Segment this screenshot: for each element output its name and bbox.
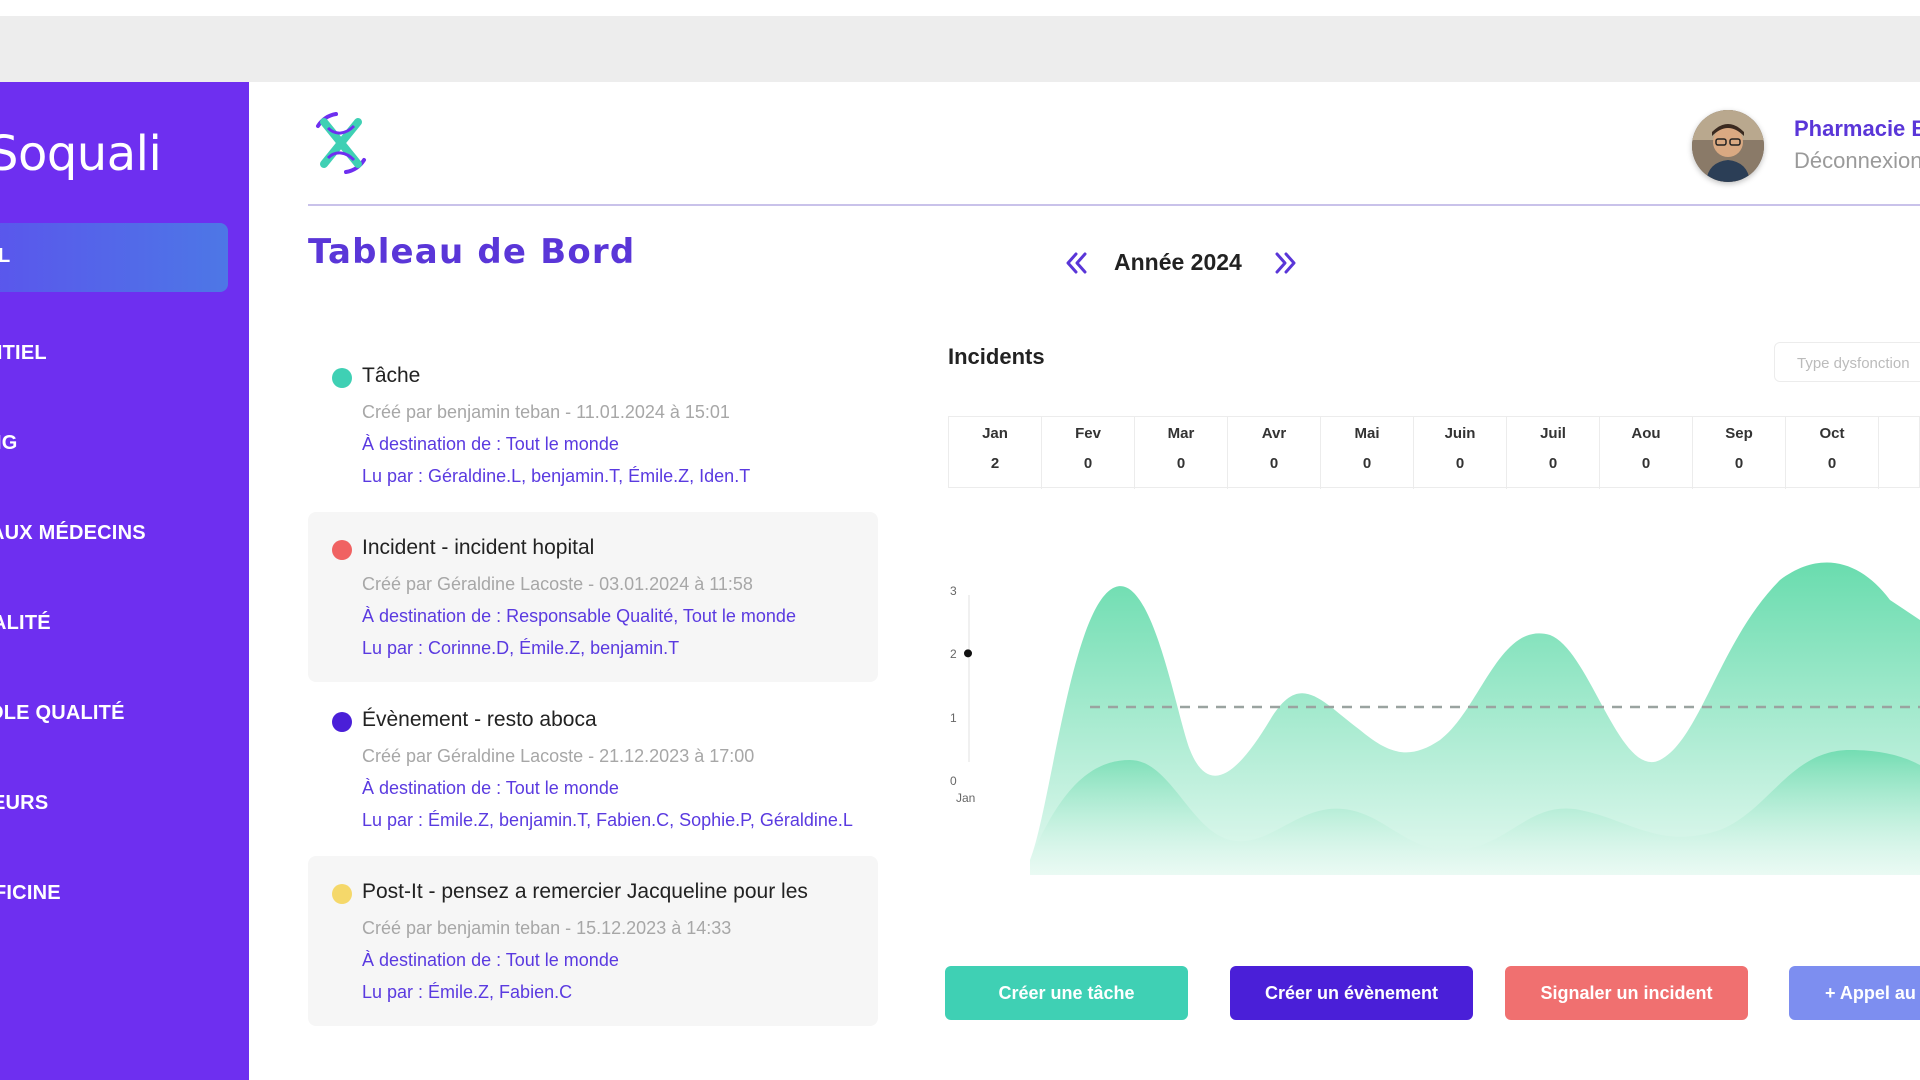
month-cell: Juil 0: [1507, 417, 1600, 489]
chart-y-tick: 2: [950, 647, 957, 661]
report-incident-button[interactable]: Signaler un incident: [1505, 966, 1748, 1020]
page-title: Tableau de Bord: [308, 232, 636, 272]
chart-y-tick: 1: [950, 711, 957, 725]
logout-link[interactable]: Déconnexion: [1794, 148, 1920, 174]
month-count: 0: [1083, 455, 1093, 472]
month-count: 0: [1641, 455, 1651, 472]
month-count: 0: [1269, 455, 1279, 472]
status-dot-icon: [332, 884, 352, 904]
month-cell: Sep 0: [1693, 417, 1786, 489]
month-name: Juin: [1444, 425, 1476, 442]
card-read-by: Lu par : Géraldine.L, benjamin.T, Émile.…: [362, 466, 751, 486]
year-label: Année 2024: [1114, 249, 1242, 275]
month-name: Aou: [1631, 425, 1661, 442]
type-dysfonction-select[interactable]: Type dysfonction: [1774, 342, 1920, 382]
card-meta: Créé par benjamin teban - 11.01.2024 à 1…: [362, 402, 730, 422]
card-meta: Créé par Géraldine Lacoste - 21.12.2023 …: [362, 746, 755, 766]
incidents-title: Incidents: [948, 344, 1045, 369]
status-dot-icon: [332, 712, 352, 732]
month-name: Sep: [1725, 425, 1753, 442]
create-task-button[interactable]: Créer une tâche: [945, 966, 1188, 1020]
card-title: Post-It - pensez a remercier Jacqueline …: [362, 880, 808, 903]
month-cell: Juin 0: [1414, 417, 1507, 489]
month-cell: Fev 0: [1042, 417, 1135, 489]
month-name: Fev: [1075, 425, 1101, 442]
card-meta: Créé par benjamin teban - 15.12.2023 à 1…: [362, 918, 732, 938]
month-name: Jan: [982, 425, 1008, 442]
chart-x-tick: Jan: [956, 791, 975, 805]
month-name: Oct: [1819, 425, 1845, 442]
sidebar-item-controle-qualite[interactable]: OLE QUALITÉ: [0, 702, 125, 725]
sidebar-item-ig[interactable]: IG: [0, 432, 18, 455]
incidents-chart: 3 2 1 0 Jan: [950, 562, 1920, 875]
feed-card-event[interactable]: Évènement - resto aboca Créé par Géraldi…: [308, 684, 878, 854]
monthly-counts-table: Jan 2 Fev 0 Mar 0 Avr 0 Mai 0 Juin 0 Juil 0 Aou…: [948, 416, 1920, 489]
card-destination: À destination de : Tout le monde: [362, 778, 619, 798]
card-title: Tâche: [362, 364, 421, 387]
chart-data-point: [964, 649, 972, 658]
header-divider: [308, 204, 1920, 206]
month-cell: Oct 0: [1786, 417, 1879, 489]
card-destination: À destination de : Tout le monde: [362, 434, 619, 454]
month-cell: Mai 0: [1321, 417, 1414, 489]
brand-logo-text: Soquali: [0, 126, 162, 182]
card-title: Évènement - resto aboca: [362, 708, 597, 731]
feed-card-postit[interactable]: Post-It - pensez a remercier Jacqueline …: [308, 856, 878, 1026]
sidebar-item-eurs[interactable]: EURS: [0, 792, 48, 815]
month-name: Mar: [1167, 425, 1195, 442]
chart-y-tick: 0: [950, 774, 957, 788]
month-cell: Mar 0: [1135, 417, 1228, 489]
card-title: Incident - incident hopital: [362, 536, 595, 559]
card-read-by: Lu par : Émile.Z, benjamin.T, Fabien.C, …: [362, 810, 853, 830]
sidebar-item-officine[interactable]: FICINE: [0, 882, 61, 905]
status-dot-icon: [332, 540, 352, 560]
month-count: 0: [1362, 455, 1372, 472]
sidebar-item-medecins[interactable]: AUX MÉDECINS: [0, 522, 146, 545]
month-cell: Avr 0: [1228, 417, 1321, 489]
avatar-photo-icon: [1692, 110, 1764, 182]
month-count: 2: [990, 455, 1000, 472]
browser-top-bar: [0, 16, 1920, 82]
month-count: 0: [1734, 455, 1744, 472]
month-count: 0: [1455, 455, 1465, 472]
month-cell: Aou 0: [1600, 417, 1693, 489]
window-top-strip: [0, 0, 1920, 16]
month-cell: Jan 2: [949, 417, 1042, 489]
month-cell: N: [1879, 417, 1920, 489]
card-read-by: Lu par : Émile.Z, Fabien.C: [362, 982, 573, 1002]
card-meta: Créé par Géraldine Lacoste - 03.01.2024 …: [362, 574, 753, 594]
sidebar-item-active[interactable]: L: [0, 223, 228, 292]
sidebar: Soquali L NTIEL IG AUX MÉDECINS ALITÉ OL…: [0, 82, 249, 1080]
pharmacy-name-link[interactable]: Pharmacie B: [1794, 116, 1920, 142]
user-avatar[interactable]: [1692, 110, 1764, 182]
card-destination: À destination de : Responsable Qualité, …: [362, 606, 796, 626]
feed-card-task[interactable]: Tâche Créé par benjamin teban - 11.01.20…: [308, 340, 878, 510]
status-dot-icon: [332, 368, 352, 388]
card-read-by: Lu par : Corinne.D, Émile.Z, benjamin.T: [362, 638, 680, 658]
double-chevron-right-icon[interactable]: [1270, 248, 1302, 278]
sidebar-item-label: L: [0, 245, 11, 267]
sidebar-item-qualite[interactable]: ALITÉ: [0, 612, 51, 635]
month-name: Juil: [1540, 425, 1566, 442]
app-logo-icon: [316, 112, 366, 174]
chart-y-tick: 3: [950, 584, 957, 598]
create-event-button[interactable]: Créer un évènement: [1230, 966, 1473, 1020]
call-button[interactable]: + Appel au: [1789, 966, 1920, 1020]
month-name: Mai: [1354, 425, 1380, 442]
month-count: 0: [1176, 455, 1186, 472]
double-chevron-left-icon[interactable]: [1060, 248, 1092, 278]
month-count: 0: [1827, 455, 1837, 472]
month-name: N: [1879, 425, 1920, 442]
month-count: 0: [1548, 455, 1558, 472]
sidebar-item-referentiel[interactable]: NTIEL: [0, 342, 47, 365]
month-name: Avr: [1261, 425, 1287, 442]
card-destination: À destination de : Tout le monde: [362, 950, 619, 970]
feed-card-incident[interactable]: Incident - incident hopital Créé par Gér…: [308, 512, 878, 682]
